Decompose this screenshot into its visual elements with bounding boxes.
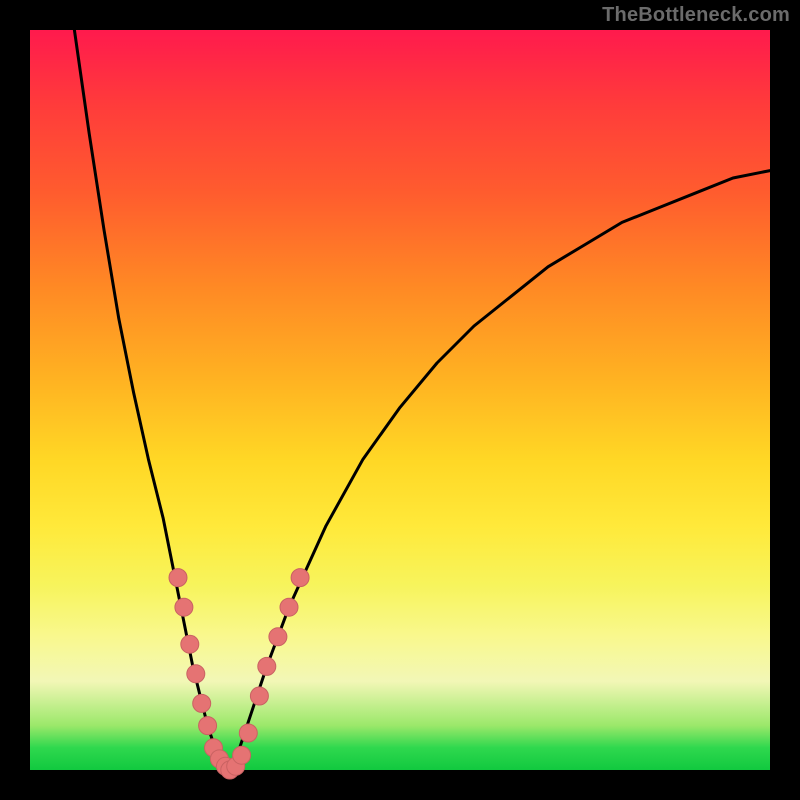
curve-right-branch	[230, 171, 770, 770]
chart-svg	[30, 30, 770, 770]
marker-point	[175, 598, 193, 616]
marker-point	[233, 746, 251, 764]
marker-point	[181, 635, 199, 653]
marker-point	[291, 569, 309, 587]
marker-point	[280, 598, 298, 616]
marker-layer	[169, 569, 309, 779]
plot-area	[30, 30, 770, 770]
marker-point	[199, 717, 217, 735]
marker-point	[193, 694, 211, 712]
watermark-text: TheBottleneck.com	[602, 4, 790, 27]
chart-frame: TheBottleneck.com	[0, 0, 800, 800]
marker-point	[258, 657, 276, 675]
curve-left-branch	[74, 30, 229, 770]
curve-layer	[74, 30, 770, 770]
marker-point	[169, 569, 187, 587]
marker-point	[269, 628, 287, 646]
marker-point	[239, 724, 257, 742]
marker-point	[250, 687, 268, 705]
marker-point	[187, 665, 205, 683]
